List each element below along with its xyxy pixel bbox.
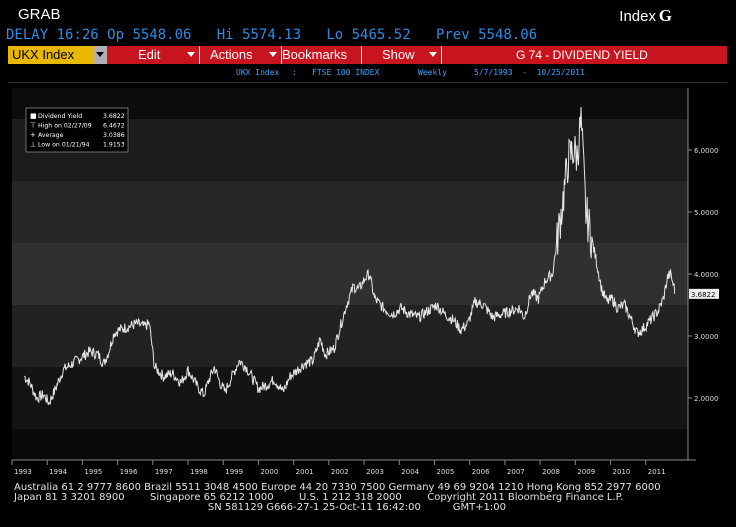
x-tick-label: 2011 bbox=[648, 468, 666, 476]
x-tick-label: 1993 bbox=[14, 468, 32, 476]
high-price: Hi 5574.13 bbox=[216, 27, 302, 43]
x-tick-label: 2009 bbox=[577, 468, 595, 476]
function-logo: G bbox=[658, 6, 672, 25]
x-tick-label: 2002 bbox=[331, 468, 349, 476]
actions-menu[interactable]: Actions bbox=[200, 46, 282, 64]
x-tick-label: 2006 bbox=[472, 468, 490, 476]
function-title: GRAB bbox=[18, 6, 61, 23]
legend-item-value: 3.6822 bbox=[103, 113, 125, 120]
chart-subheader: UKX Index : FTSE 100 INDEX Weekly 5/7/19… bbox=[8, 64, 727, 83]
period-label: Weekly bbox=[418, 68, 447, 77]
security-name: FTSE 100 INDEX bbox=[312, 68, 380, 77]
x-tick-label: 2004 bbox=[401, 468, 419, 476]
x-tick-label: 1998 bbox=[190, 468, 208, 476]
ticker-dropdown-button[interactable] bbox=[93, 46, 107, 64]
x-tick-label: 1997 bbox=[155, 468, 173, 476]
actions-menu-label: Actions bbox=[210, 47, 253, 62]
x-tick-label: 2001 bbox=[296, 468, 314, 476]
legend-item-value: 1.9153 bbox=[103, 142, 125, 149]
function-name: G 74 - DIVIDEND YIELD bbox=[442, 46, 727, 64]
legend-item-value: 6.4672 bbox=[103, 123, 125, 130]
function-name-label: G 74 - DIVIDEND YIELD bbox=[516, 48, 648, 62]
date-range: 5/7/1993 - 10/25/2011 bbox=[474, 68, 585, 77]
chart-legend: ■ Dividend Yield 3.6822 ⊤ High on 02/27/09 6.… bbox=[25, 107, 129, 153]
chart-band bbox=[12, 429, 688, 460]
x-tick-label: 2005 bbox=[437, 468, 455, 476]
x-tick-label: 1999 bbox=[225, 468, 243, 476]
y-tick-label: 2.0000 bbox=[694, 395, 719, 403]
last-value-marker: 3.6822 bbox=[689, 288, 719, 299]
bookmarks-menu[interactable]: Bookmarks bbox=[282, 46, 362, 64]
legend-swatch-icon: ■ bbox=[30, 112, 37, 120]
x-tick-label: 2008 bbox=[542, 468, 560, 476]
x-tick-label: 2000 bbox=[260, 468, 278, 476]
y-tick-label: 6.0000 bbox=[694, 147, 719, 155]
x-tick-label: 1996 bbox=[120, 468, 138, 476]
show-menu[interactable]: Show bbox=[362, 46, 442, 64]
legend-item-label: Dividend Yield bbox=[38, 113, 82, 120]
dividend-yield-chart[interactable]: 1993 1994 1995 1996 1997 1998 1999 2000 2001 2002… bbox=[8, 84, 727, 484]
ticker-input[interactable]: UKX Index bbox=[8, 46, 93, 64]
x-tick-label: 1994 bbox=[49, 468, 67, 476]
edit-menu-label: Edit bbox=[138, 47, 161, 62]
bookmarks-menu-label: Bookmarks bbox=[282, 47, 348, 62]
low-price: Lo 5465.52 bbox=[326, 27, 411, 43]
market-sector-label: Index bbox=[619, 8, 656, 25]
edit-menu[interactable]: Edit bbox=[108, 46, 200, 64]
chevron-down-icon bbox=[96, 52, 104, 57]
footer: Australia 61 2 9777 8600 Brazil 5511 304… bbox=[14, 483, 661, 513]
prev-price: Prev 5548.06 bbox=[435, 27, 538, 43]
menu-bar: UKX Index Edit Actions Bookmarks Show G … bbox=[8, 46, 727, 64]
high-marker-icon: ⊤ bbox=[30, 122, 36, 130]
legend-item-value: 3.0386 bbox=[103, 132, 125, 139]
show-menu-label: Show bbox=[382, 47, 415, 62]
low-marker-icon: ⊥ bbox=[30, 141, 36, 149]
separator: : bbox=[292, 68, 297, 77]
footer-serial-line: SN 581129 G666-27-1 25-Oct-11 16:42:00 G… bbox=[14, 502, 507, 513]
y-tick-label: 3.0000 bbox=[694, 333, 719, 341]
open-price: Op 5548.06 bbox=[107, 27, 192, 43]
x-tick-label: 1995 bbox=[84, 468, 102, 476]
y-tick-label: 4.0000 bbox=[694, 271, 719, 279]
x-tick-label: 2003 bbox=[366, 468, 384, 476]
y-tick-label: 5.0000 bbox=[694, 209, 719, 217]
last-value-label: 3.6822 bbox=[691, 291, 716, 299]
legend-item-label: Low on 01/21/94 bbox=[38, 142, 90, 149]
chevron-down-icon bbox=[187, 52, 195, 57]
x-tick-label: 2010 bbox=[613, 468, 631, 476]
chevron-down-icon bbox=[269, 52, 277, 57]
delay-label: DELAY 16:26 bbox=[6, 27, 99, 43]
x-tick-label: 2007 bbox=[507, 468, 525, 476]
quote-line: DELAY 16:26 Op 5548.06 Hi 5574.13 Lo 546… bbox=[6, 27, 537, 43]
average-marker-icon: + bbox=[30, 131, 36, 139]
legend-item-label: Average bbox=[38, 132, 64, 139]
chart-band bbox=[12, 367, 688, 429]
chevron-down-icon bbox=[429, 52, 437, 57]
security-label: UKX Index bbox=[236, 68, 280, 77]
legend-item-label: High on 02/27/09 bbox=[38, 123, 92, 130]
